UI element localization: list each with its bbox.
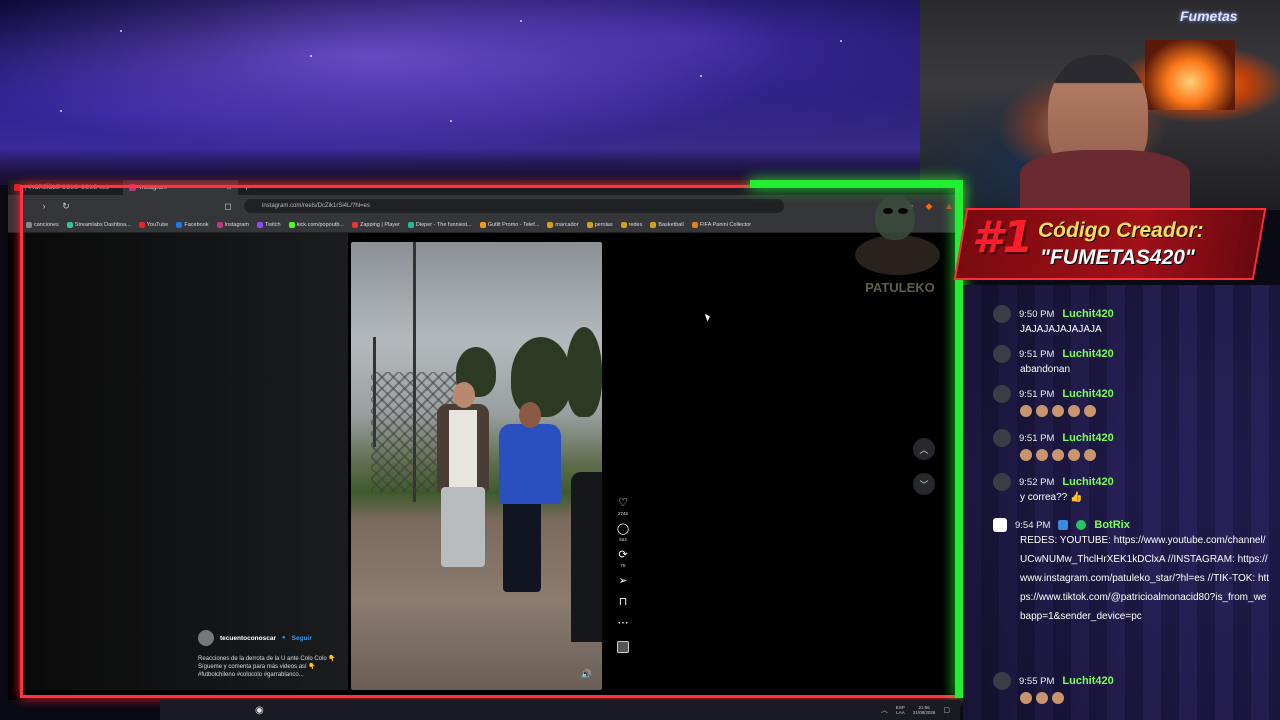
avatar (993, 473, 1011, 491)
star (520, 20, 522, 22)
chat-time: 9:51 PM (1019, 432, 1055, 444)
chat-time: 9:50 PM (1019, 308, 1055, 320)
emote-icon (1084, 449, 1096, 461)
avatar (993, 672, 1011, 690)
chat-text: abandonan (1020, 364, 1071, 375)
chat-message: 9:51 PM Luchit420 (993, 385, 1275, 417)
chat-emotes (1020, 405, 1275, 417)
creator-code-title: Código Creador: (1038, 219, 1204, 242)
avatar (993, 429, 1011, 447)
language-indicator[interactable]: ESP LAA (896, 705, 905, 715)
ufo-shape (855, 235, 940, 275)
emote-icon (1036, 692, 1048, 704)
tray-chevron-icon[interactable]: ︿ (881, 705, 888, 715)
chat-username: Luchit420 (1062, 388, 1114, 400)
emote-icon (1020, 405, 1032, 417)
chat-text: REDES: YOUTUBE: https://www.youtube.com/… (1020, 535, 1270, 622)
star (120, 30, 122, 32)
chat-username: Luchit420 (1062, 476, 1114, 488)
chat-time: 9:51 PM (1019, 348, 1055, 360)
chat-text: JAJAJAJAJAJAJA (1020, 324, 1102, 335)
chat-message: 9:52 PM Luchit420 y correa?? 👍 (993, 473, 1275, 507)
chat-username: Luchit420 (1062, 675, 1114, 687)
emote-icon (1052, 405, 1064, 417)
emote-icon (1068, 405, 1080, 417)
emote-icon (1036, 449, 1048, 461)
system-tray: ︿ ESP LAA 21:56 21/08/2026 ▢ (881, 705, 960, 715)
alien-logo-text: PATULEKO (865, 280, 935, 295)
creator-code-rank: #1 (972, 212, 1034, 263)
star (450, 120, 452, 122)
chat-message: 9:51 PM Luchit420 abandonan (993, 345, 1275, 379)
chat-text: y correa?? 👍 (1020, 492, 1083, 503)
star (310, 55, 312, 57)
taskbar-app-icon[interactable]: ◉ (255, 705, 264, 716)
chat-time: 9:55 PM (1019, 675, 1055, 687)
windows-taskbar: ◉ ︿ ESP LAA 21:56 21/08/2026 ▢ (160, 700, 960, 720)
chat-emotes (1020, 692, 1275, 704)
creator-code-value: "FUMETAS420" (1040, 246, 1195, 269)
notification-icon[interactable]: ▢ (943, 706, 950, 714)
star (840, 40, 842, 42)
alien-eye (883, 208, 893, 214)
chat-message: 9:55 PM Luchit420 (993, 672, 1275, 704)
chat-username: Luchit420 (1062, 432, 1114, 444)
chat-emotes (1020, 449, 1275, 461)
webcam-streamer-body (1020, 150, 1190, 210)
emote-icon (1052, 692, 1064, 704)
emote-icon (1084, 405, 1096, 417)
clock-date: 21/08/2026 (912, 710, 936, 715)
chat-username: BotRix (1094, 519, 1130, 531)
webcam-fireplace (1145, 40, 1235, 110)
alien-eye (898, 208, 908, 214)
chat-message-bot: 9:54 PM BotRix REDES: YOUTUBE: https://ww… (993, 518, 1275, 626)
emote-icon (1052, 449, 1064, 461)
chat-time: 9:54 PM (1015, 519, 1051, 531)
emote-icon (1036, 405, 1048, 417)
neon-frame-green-top (750, 180, 963, 188)
emote-icon (1020, 449, 1032, 461)
star (700, 75, 702, 77)
bot-avatar (993, 518, 1007, 532)
avatar (993, 385, 1011, 403)
verified-badge-icon (1076, 520, 1087, 530)
chat-username: Luchit420 (1062, 308, 1114, 320)
avatar (993, 345, 1011, 363)
clock[interactable]: 21:56 21/08/2026 (913, 705, 936, 715)
alien-head-icon (875, 195, 915, 240)
chat-message: 9:51 PM Luchit420 (993, 429, 1275, 461)
chat-username: Luchit420 (1062, 348, 1114, 360)
star (60, 110, 62, 112)
emote-icon (1020, 692, 1032, 704)
neon-frame-red (20, 185, 960, 698)
channel-alien-logo: PATULEKO (850, 190, 950, 330)
moderator-badge-icon (1058, 520, 1069, 530)
chat-message: 9:50 PM Luchit420 JAJAJAJAJAJAJA (993, 305, 1275, 339)
webcam-logo: Fumetas (1180, 8, 1238, 24)
emote-icon (1068, 449, 1080, 461)
avatar (993, 305, 1011, 323)
chat-time: 9:52 PM (1019, 476, 1055, 488)
chat-time: 9:51 PM (1019, 388, 1055, 400)
